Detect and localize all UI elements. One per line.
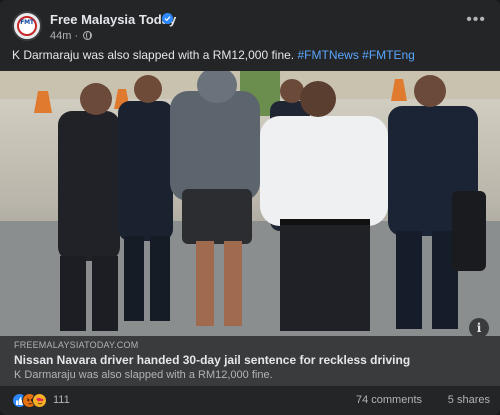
link-domain: FREEMALAYSIATODAY.COM [14,340,139,350]
page-avatar[interactable]: FMT [12,11,42,41]
photo-illustration [0,71,500,336]
facebook-post: FMT Free Malaysia Today 44m · ••• K Darm… [0,0,500,415]
link-title[interactable]: Nissan Navara driver handed 30-day jail … [14,353,410,367]
shares-count-link[interactable]: 5 shares [448,394,490,406]
verified-badge-icon [162,13,173,24]
hashtag-link[interactable]: #FMTEng [362,48,415,62]
post-footer: 111 74 comments 5 shares [0,386,500,415]
caption-text: K Darmaraju was also slapped with a RM12… [12,48,295,62]
link-subtitle: K Darmaraju was also slapped with a RM12… [14,369,273,381]
post-caption: K Darmaraju was also slapped with a RM12… [12,48,488,62]
news-photo[interactable] [0,71,500,336]
comments-count-link[interactable]: 74 comments [356,394,422,406]
post-meta: 44m · [50,30,93,42]
more-options-icon[interactable]: ••• [466,12,486,28]
hashtag-link[interactable]: #FMTNews [297,48,358,62]
reaction-count: 111 [53,394,70,406]
love-icon [32,393,47,408]
avatar-logo-text: FMT [20,19,34,26]
info-icon[interactable]: i [469,318,489,338]
link-preview[interactable]: FREEMALAYSIATODAY.COM Nissan Navara driv… [0,336,500,386]
post-header: FMT Free Malaysia Today 44m · ••• [12,10,488,46]
post-timestamp[interactable]: 44m [50,30,71,42]
page-name-link[interactable]: Free Malaysia Today [50,12,176,27]
globe-icon [83,31,93,40]
